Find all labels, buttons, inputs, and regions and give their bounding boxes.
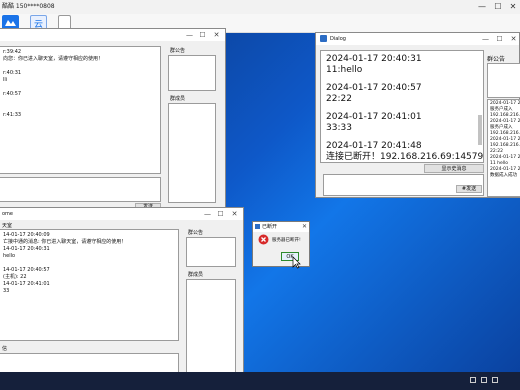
server-log[interactable]: 2024-01-17 20:4 服务户成入 192.168.216.69 202… <box>487 99 520 197</box>
notice-box[interactable] <box>186 237 236 267</box>
message-item: 2024-01-17 20:41:01 33:33 <box>326 112 478 134</box>
close-button[interactable]: ✕ <box>505 0 520 14</box>
notice-label: 群公告 <box>170 48 186 54</box>
chat-history[interactable]: 14-01-17 20:40:09 亡接中通的消息: 你已进入聊天室，请遵守相应… <box>0 229 179 341</box>
message-item: 2024-01-17 20:40:57 22:22 <box>326 83 478 105</box>
notice-label: 群公告 <box>188 230 204 236</box>
chat-line <box>3 98 157 105</box>
window-caption: — ☐ ✕ <box>0 29 225 41</box>
chat-line: lli <box>3 77 8 83</box>
app-icon <box>320 35 327 42</box>
maximize-button[interactable]: ☐ <box>490 0 506 14</box>
minimize-button[interactable]: — <box>202 208 213 220</box>
members-list[interactable] <box>168 103 216 203</box>
minimize-button[interactable]: — <box>474 0 490 14</box>
notice-label: 群公告 <box>487 56 506 63</box>
app-icon <box>255 224 260 229</box>
alert-message: 服务器已断开! <box>272 238 301 243</box>
top-window-title: 酷酷 150****0808 <box>2 3 55 10</box>
message-text: 22:22 <box>326 94 352 104</box>
maximize-button[interactable]: ☐ <box>197 29 208 41</box>
alert-caption: 已断开 ✕ <box>253 222 309 232</box>
window-title: ome <box>2 211 14 217</box>
chat-line: 14-01-17 20:41:01 <box>3 281 50 287</box>
chat-line: hello <box>3 253 16 259</box>
history-button[interactable]: 显示史消息 <box>424 164 484 173</box>
message-input[interactable] <box>0 177 161 202</box>
message-text: 连接已断开！192.168.216.69:14579 <box>326 152 484 162</box>
message-item: 2024-01-17 20:41:48 连接已断开！192.168.216.69… <box>326 141 484 162</box>
members-label: 群成员 <box>188 272 204 278</box>
taskbar <box>0 372 520 390</box>
chat-window-bottom: ome — ☐ ✕ 天室 14-01-17 20:40:09 亡接中通的消息: … <box>0 207 244 390</box>
chat-line <box>3 105 157 112</box>
members-label: 群成员 <box>170 96 186 102</box>
maximize-button[interactable]: ☐ <box>494 33 505 45</box>
message-time: 2024-01-17 20:41:01 <box>326 112 422 122</box>
scrollbar-thumb[interactable] <box>478 115 482 145</box>
chat-line <box>3 84 157 91</box>
mouse-cursor-icon <box>292 256 301 269</box>
chat-line: 14-01-17 20:40:09 <box>3 232 50 238</box>
tray-icon[interactable] <box>492 377 498 383</box>
notice-box[interactable] <box>487 63 520 98</box>
log-line: 数据成入成功 <box>490 173 517 178</box>
message-time: 2024-01-17 20:40:57 <box>326 83 422 93</box>
chat-line: 亡接中通的消息: 你已进入聊天室，请遵守相应的使用！ <box>3 239 127 245</box>
message-time: 2024-01-17 20:40:31 <box>326 54 422 64</box>
tray-icon[interactable] <box>470 377 476 383</box>
close-button[interactable]: ✕ <box>229 208 240 220</box>
message-history[interactable]: 2024-01-17 20:40:31 11:hello 2024-01-17 … <box>320 50 484 163</box>
chat-line: 14-01-17 20:40:31 <box>3 246 50 252</box>
chat-line: r:40:31 <box>3 70 22 76</box>
alert-dialog: 已断开 ✕ 服务器已断开! OK <box>252 221 310 267</box>
chat-line: (主机): 22 <box>3 274 27 280</box>
maximize-button[interactable]: ☐ <box>215 208 226 220</box>
dialog-window: Dialog — ☐ ✕ 2024-01-17 20:40:31 11:hell… <box>315 32 520 198</box>
chat-header: 天室 <box>2 223 13 229</box>
top-window-bar: 酷酷 150****0808 — ☐ ✕ <box>0 0 520 15</box>
chat-window-top: — ☐ ✕ r:39:42 向您：你已进入聊天室，请遵守相应的使用！ r:40:… <box>0 28 226 210</box>
chat-line: 14-01-17 20:40:57 <box>3 267 50 273</box>
chat-line: r:41:33 <box>3 112 22 118</box>
close-button[interactable]: ✕ <box>299 222 310 232</box>
chat-line <box>3 63 157 70</box>
chat-line <box>3 260 175 267</box>
alert-title: 已断开 <box>262 224 278 230</box>
minimize-button[interactable]: — <box>184 29 195 41</box>
close-button[interactable]: ✕ <box>211 29 222 41</box>
close-button[interactable]: ✕ <box>508 33 519 45</box>
notice-box[interactable] <box>168 55 216 91</box>
error-icon <box>258 234 269 245</box>
message-text: 11:hello <box>326 65 363 75</box>
message-time: 2024-01-17 20:41:48 <box>326 141 422 151</box>
minimize-button[interactable]: — <box>480 33 491 45</box>
chat-line: 向您：你已进入聊天室，请遵守相应的使用！ <box>3 56 104 62</box>
window-title: Dialog <box>330 36 346 42</box>
window-caption: Dialog — ☐ ✕ <box>316 33 519 45</box>
chat-line: r:39:42 <box>3 49 22 55</box>
chat-line: r:40:57 <box>3 91 22 97</box>
send-button[interactable]: #发送 <box>456 185 482 193</box>
message-item: 2024-01-17 20:40:31 11:hello <box>326 54 478 76</box>
chat-history[interactable]: r:39:42 向您：你已进入聊天室，请遵守相应的使用！ r:40:31 lli… <box>0 46 161 174</box>
message-text: 33:33 <box>326 123 352 133</box>
window-caption: ome — ☐ ✕ <box>0 208 243 220</box>
tray-icon[interactable] <box>481 377 487 383</box>
input-label: 信 <box>2 346 8 352</box>
chat-line: 33 <box>3 288 10 294</box>
